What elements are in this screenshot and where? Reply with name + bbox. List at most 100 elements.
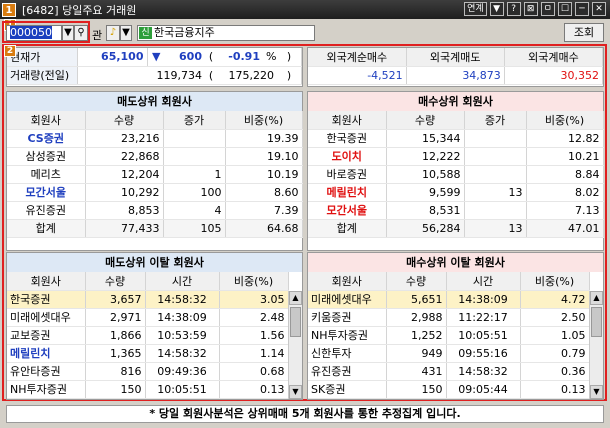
table-row[interactable]: 신한투자 949 09:55:16 0.79 xyxy=(308,344,590,363)
table-cell xyxy=(464,147,527,166)
table-row[interactable]: 한국증권 3,657 14:58:32 3.05 xyxy=(7,290,289,309)
table-row[interactable]: 삼성증권 22,868 19.10 xyxy=(7,147,303,166)
sell-top-panel: 매도상위 회원사 회원사 수량 증가 비중(%) CS증권 23,216 19.39 삼성증권… xyxy=(6,91,303,251)
table-cell: 유진증권 xyxy=(7,201,86,220)
table-row[interactable]: 메리츠 12,204 1 10.19 xyxy=(7,165,303,184)
search-icon[interactable]: ⚲ xyxy=(74,25,88,41)
column-header[interactable]: 비중(%) xyxy=(219,272,289,291)
table-cell: 14:58:32 xyxy=(446,362,521,381)
table-row[interactable]: 합계 77,433 105 64.68 xyxy=(7,219,303,238)
table-row[interactable]: SK증권 150 09:05:44 0.13 xyxy=(308,380,590,399)
foreign-buy-header: 외국계매수 xyxy=(504,48,604,67)
column-header[interactable]: 증가 xyxy=(464,111,527,130)
stock-name-field[interactable]: 신 한국금융지주 xyxy=(137,25,315,41)
table-cell: 8,531 xyxy=(386,201,465,220)
title-bar: 1 [6482] 당일주요 거래원 연계 ▼ ? ⊠ ㅁ ☐ ─ ✕ xyxy=(0,0,610,19)
table-cell: 메릴린치 xyxy=(308,183,387,202)
table-row[interactable]: NH투자증권 1,252 10:05:51 1.05 xyxy=(308,326,590,345)
main-number-badge: 2 xyxy=(4,45,16,57)
column-header[interactable]: 회원사 xyxy=(7,111,86,130)
sell-detail-scrollbar[interactable]: ▲ ▼ xyxy=(288,291,302,399)
table-cell: 8.02 xyxy=(526,183,604,202)
table-row[interactable]: CS증권 23,216 19.39 xyxy=(7,129,303,148)
volume-label: 거래량(전일) xyxy=(7,66,78,85)
column-header[interactable]: 회원사 xyxy=(308,272,387,291)
bell-icon[interactable]: ♪ xyxy=(106,25,120,41)
dropdown-icon[interactable]: ▼ xyxy=(489,2,504,16)
footer-note: * 당일 회원사분석은 상위매매 5개 회원사를 통한 추정집계 입니다. xyxy=(6,405,604,423)
sell-top-table: 회원사 수량 증가 비중(%) CS증권 23,216 19.39 삼성증권 22,868 19.… xyxy=(7,111,303,238)
table-cell: 949 xyxy=(386,344,447,363)
buy-detail-title: 매수상위 이탈 회원사 xyxy=(308,253,603,272)
sell-detail-table: 회원사 수량 시간 비중(%) 한국증권 3,657 14:58:32 3.05 미래에셋대우 2… xyxy=(7,272,289,399)
scroll-thumb[interactable] xyxy=(290,307,301,337)
table-cell: 2.50 xyxy=(520,308,590,327)
table-row[interactable]: 미래에셋대우 2,971 14:38:09 2.48 xyxy=(7,308,289,327)
sell-detail-panel: 매도상위 이탈 회원사 회원사 수량 시간 비중(%) 한국증권 3,657 14:58:3… xyxy=(6,252,303,400)
column-header[interactable]: 수량 xyxy=(85,111,164,130)
close-icon[interactable]: ✕ xyxy=(592,2,606,16)
section-number-badge: 1 xyxy=(2,2,16,17)
column-header[interactable]: 증가 xyxy=(163,111,226,130)
table-row[interactable]: 키움증권 2,988 11:22:17 2.50 xyxy=(308,308,590,327)
table-row[interactable]: 도이치 12,222 10.21 xyxy=(308,147,604,166)
buy-detail-scrollbar[interactable]: ▲ ▼ xyxy=(589,291,603,399)
foreign-net-header: 외국계순매수 xyxy=(308,48,407,67)
column-header[interactable]: 수량 xyxy=(386,272,447,291)
table-row[interactable]: 미래에셋대우 5,651 14:38:09 4.72 xyxy=(308,290,590,309)
code-dropdown-icon[interactable]: ▼ xyxy=(62,25,74,41)
table-row[interactable]: 한국증권 15,344 12.82 xyxy=(308,129,604,148)
table-cell: 1.05 xyxy=(520,326,590,345)
table-cell: 0.79 xyxy=(520,344,590,363)
column-header[interactable]: 수량 xyxy=(386,111,465,130)
table-row[interactable]: 바로증권 10,588 8.84 xyxy=(308,165,604,184)
column-header[interactable]: 비중(%) xyxy=(526,111,604,130)
column-header[interactable]: 회원사 xyxy=(308,111,387,130)
column-header[interactable]: 시간 xyxy=(145,272,220,291)
table-row[interactable]: 메릴린치 9,599 13 8.02 xyxy=(308,183,604,202)
table-cell: 3,657 xyxy=(85,290,146,309)
table-row[interactable]: 모간서울 10,292 100 8.60 xyxy=(7,183,303,202)
table-cell: 4 xyxy=(163,201,226,220)
table-cell: 15,344 xyxy=(386,129,465,148)
table-cell: 4.72 xyxy=(520,290,590,309)
scroll-up-icon[interactable]: ▲ xyxy=(289,291,302,305)
buy-detail-panel: 매수상위 이탈 회원사 회원사 수량 시간 비중(%) 미래에셋대우 5,651 14:38… xyxy=(307,252,604,400)
table-cell: 816 xyxy=(85,362,146,381)
table-row[interactable]: 메릴린치 1,365 14:58:32 1.14 xyxy=(7,344,289,363)
scroll-down-icon[interactable]: ▼ xyxy=(289,385,302,399)
table-row[interactable]: 교보증권 1,866 10:53:59 1.56 xyxy=(7,326,289,345)
table-cell: 11:22:17 xyxy=(446,308,521,327)
table-row[interactable]: 합계 56,284 13 47.01 xyxy=(308,219,604,238)
scroll-thumb[interactable] xyxy=(591,307,602,337)
help-icon[interactable]: ? xyxy=(506,2,521,16)
column-header[interactable]: 시간 xyxy=(446,272,521,291)
lookup-button[interactable]: 조회 xyxy=(564,23,604,42)
link-button[interactable]: 연계 xyxy=(464,2,487,16)
restore-icon[interactable]: ☐ xyxy=(557,2,572,16)
table-cell: 10,292 xyxy=(85,183,164,202)
scroll-up-icon[interactable]: ▲ xyxy=(590,291,603,305)
table-cell: 14:58:32 xyxy=(145,290,220,309)
table-cell: 10,588 xyxy=(386,165,465,184)
table-row[interactable]: NH투자증권 150 10:05:51 0.13 xyxy=(7,380,289,399)
table-row[interactable]: 유진증권 8,853 4 7.39 xyxy=(7,201,303,220)
print-icon[interactable]: ⊠ xyxy=(523,2,538,16)
table-cell: 8.60 xyxy=(225,183,303,202)
table-cell: 1.56 xyxy=(219,326,289,345)
column-header[interactable]: 회원사 xyxy=(7,272,86,291)
table-row[interactable]: 모간서울 8,531 7.13 xyxy=(308,201,604,220)
table-cell: 105 xyxy=(163,219,226,238)
current-price: 65,100 xyxy=(77,48,148,67)
scroll-down-icon[interactable]: ▼ xyxy=(590,385,603,399)
stock-code-input[interactable]: 000050 xyxy=(6,25,62,41)
column-header[interactable]: 비중(%) xyxy=(225,111,303,130)
table-row[interactable]: 유진증권 431 14:58:32 0.36 xyxy=(308,362,590,381)
bell-dropdown-icon[interactable]: ▼ xyxy=(120,25,132,41)
table-row[interactable]: 유안타증권 816 09:49:36 0.68 xyxy=(7,362,289,381)
column-header[interactable]: 비중(%) xyxy=(520,272,590,291)
minimize-icon[interactable]: ─ xyxy=(575,2,589,16)
column-header[interactable]: 수량 xyxy=(85,272,146,291)
table-cell: SK증권 xyxy=(308,380,387,399)
save-icon[interactable]: ㅁ xyxy=(540,2,555,16)
